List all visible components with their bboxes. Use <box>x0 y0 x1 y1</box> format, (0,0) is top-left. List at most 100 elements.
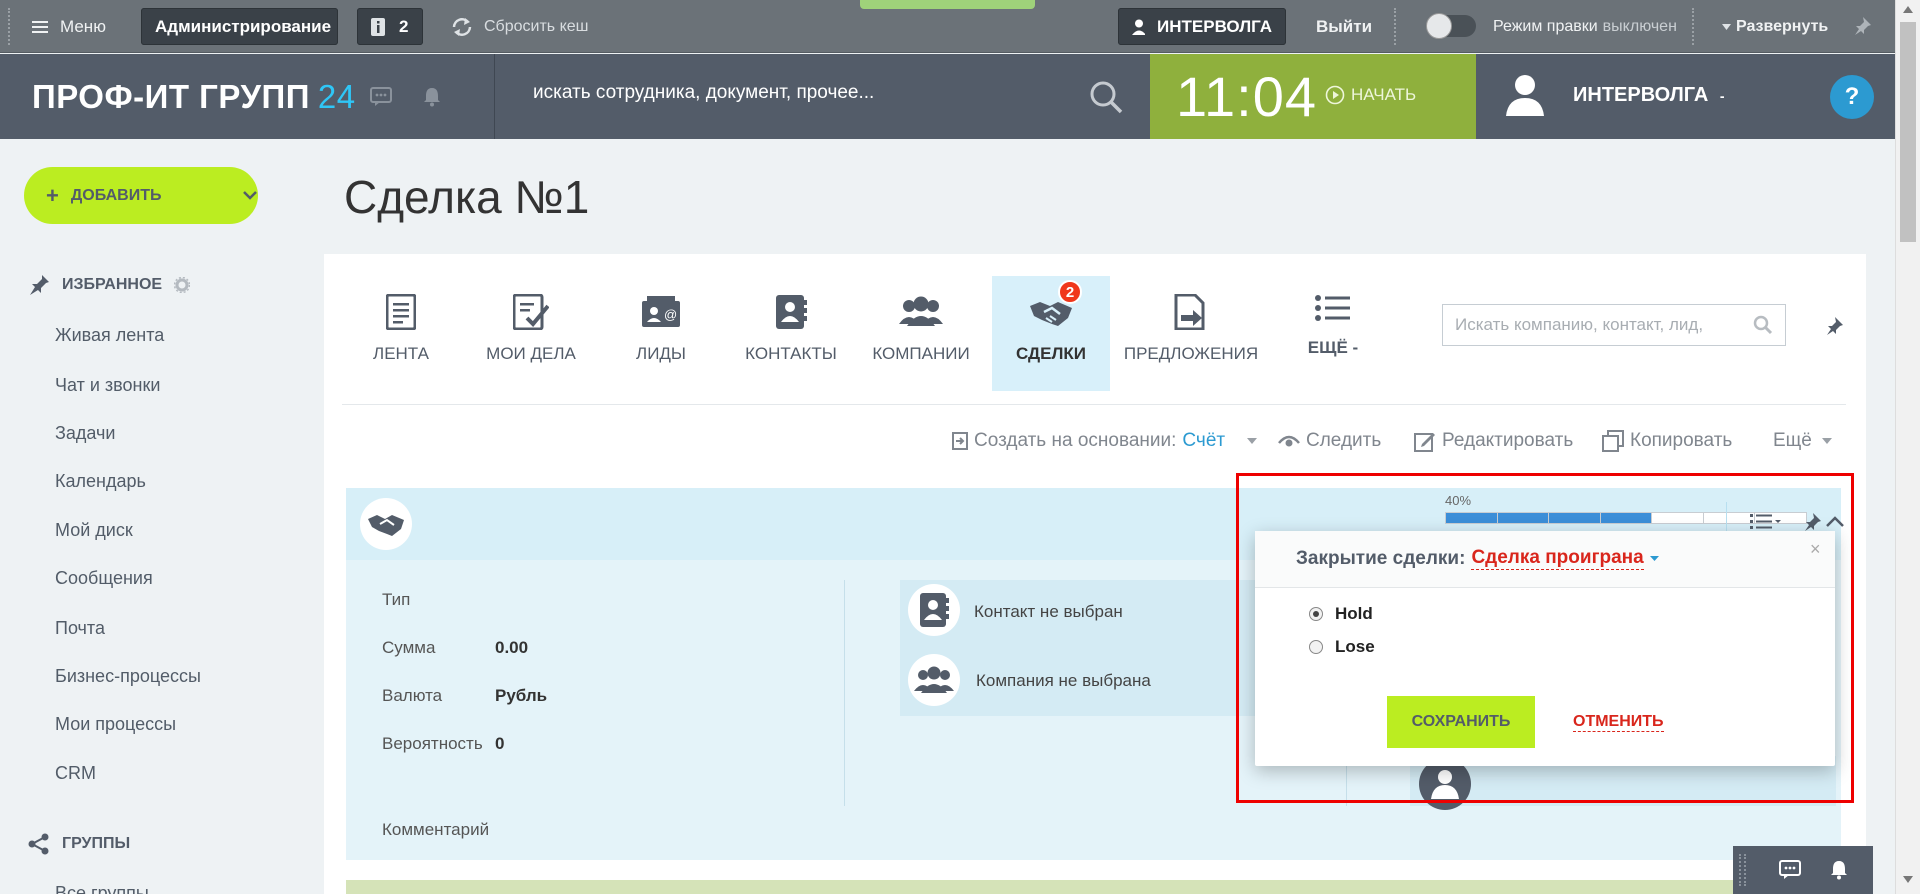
copy-icon <box>1602 430 1624 452</box>
sidebar-item-mail[interactable]: Почта <box>55 618 105 639</box>
logo-text: ПРОФ-ИТ ГРУПП <box>32 78 310 115</box>
bell-icon[interactable] <box>423 87 441 107</box>
user-name[interactable]: ИНТЕРВОЛГА ‑ <box>1573 84 1725 107</box>
tab-label: ЛИДЫ <box>636 344 686 363</box>
add-button[interactable]: + ДОБАВИТЬ <box>24 167 258 224</box>
start-workday-button[interactable]: НАЧАТЬ <box>1325 85 1416 105</box>
tab-quotes[interactable]: ПРЕДЛОЖЕНИЯ <box>1122 276 1260 391</box>
play-icon <box>1325 85 1345 105</box>
search-input[interactable]: искать сотрудника, документ, прочее... <box>533 82 874 104</box>
tab-label: ЕЩЁ ‑ <box>1307 338 1359 357</box>
logout-link[interactable]: Выйти <box>1316 0 1372 53</box>
sidebar-item-crm[interactable]: CRM <box>55 763 96 784</box>
help-button[interactable]: ? <box>1830 75 1874 119</box>
tab-label: ЛЕНТА <box>373 344 429 363</box>
pin-icon[interactable] <box>1824 316 1844 336</box>
help-label: ? <box>1844 83 1860 110</box>
tab-my-tasks[interactable]: МОИ ДЕЛА <box>472 276 590 391</box>
create-value[interactable]: Счёт <box>1182 430 1225 452</box>
favorites-title[interactable]: ИЗБРАННОЕ <box>28 274 191 296</box>
create-based-on-button[interactable]: Создать на основании: Счёт <box>952 430 1258 452</box>
tab-feed[interactable]: ЛЕНТА <box>342 276 460 391</box>
field-value-sum: 0.00 <box>495 638 529 657</box>
edit-mode-state: выключен <box>1602 17 1677 35</box>
sidebar-item-my-processes[interactable]: Мои процессы <box>55 714 176 735</box>
sidebar-item-tasks[interactable]: Задачи <box>55 423 115 444</box>
user-menu[interactable]: ИНТЕРВОЛГА ‑ ? <box>1476 54 1895 139</box>
gear-icon[interactable] <box>174 277 191 293</box>
scrollbar-thumb[interactable] <box>1900 22 1916 242</box>
edit-icon <box>1414 433 1435 452</box>
crm-search-input[interactable]: Искать компанию, контакт, лид, <box>1442 304 1786 346</box>
page-title: Сделка №1 <box>344 171 590 223</box>
user-button[interactable]: ИНТЕРВОЛГА <box>1118 8 1286 45</box>
scroll-up-icon[interactable] <box>1903 6 1913 13</box>
page-scrollbar[interactable] <box>1895 0 1920 894</box>
more-actions-button[interactable]: Ещё <box>1773 430 1832 452</box>
drag-handle[interactable] <box>1739 854 1746 886</box>
expand-label: Развернуть <box>1736 17 1829 35</box>
tab-companies[interactable]: КОМПАНИИ <box>862 276 980 391</box>
expand-button[interactable]: Развернуть <box>1722 0 1828 53</box>
edit-mode-label: Режим правки <box>1493 17 1598 35</box>
sidebar-item-chat[interactable]: Чат и звонки <box>55 375 160 396</box>
user-name-text: ИНТЕРВОЛГА <box>1573 84 1709 106</box>
edit-mode-toggle[interactable] <box>1426 13 1476 39</box>
pin-icon <box>30 275 49 295</box>
contact-empty-label[interactable]: Контакт не выбран <box>974 602 1123 622</box>
chat-icon[interactable] <box>1779 860 1801 880</box>
company-empty-label[interactable]: Компания не выбрана <box>976 671 1151 691</box>
tasks-icon <box>513 294 549 330</box>
follow-button[interactable]: Следить <box>1278 430 1381 452</box>
im-bar <box>1733 846 1873 894</box>
tab-contacts[interactable]: КОНТАКТЫ <box>732 276 850 391</box>
caret-down-icon <box>1821 438 1832 444</box>
badge-count: 2 <box>1065 283 1075 301</box>
tab-leads[interactable]: @ ЛИДЫ <box>602 276 720 391</box>
logo-suffix: 24 <box>317 78 356 115</box>
admin-button[interactable]: Администрирование <box>141 8 338 45</box>
sidebar-item-disk[interactable]: Мой диск <box>55 520 133 541</box>
scroll-down-icon[interactable] <box>1903 876 1913 883</box>
column-divider <box>844 580 845 806</box>
search-icon[interactable] <box>1089 80 1123 114</box>
drag-handle[interactable] <box>8 8 10 45</box>
sidebar-item-calendar[interactable]: Календарь <box>55 471 146 492</box>
contact-avatar <box>908 584 960 636</box>
edit-button[interactable]: Редактировать <box>1414 430 1573 452</box>
admin-panel-tab[interactable] <box>860 0 1035 9</box>
groups-title[interactable]: ГРУППЫ <box>28 833 130 855</box>
sidebar-item-all-groups[interactable]: Все группы <box>55 882 149 894</box>
field-label-sum: Сумма <box>382 638 436 657</box>
tab-deals[interactable]: СДЕЛКИ 2 <box>992 276 1110 391</box>
eye-icon <box>1278 435 1300 447</box>
sidebar-item-feed[interactable]: Живая лента <box>55 325 164 346</box>
reset-cache-button[interactable]: Сбросить кеш <box>450 0 588 53</box>
notifications-counter[interactable]: 2 <box>357 8 423 45</box>
sidebar-item-messages[interactable]: Сообщения <box>55 568 153 589</box>
plus-icon: + <box>46 182 59 208</box>
tab-more[interactable]: ЕЩЁ ‑ <box>1274 276 1392 391</box>
menu-button[interactable]: Меню <box>32 0 106 53</box>
sidebar-item-bizproc[interactable]: Бизнес-процессы <box>55 666 201 687</box>
portal-logo[interactable]: ПРОФ-ИТ ГРУПП 24 <box>32 78 356 116</box>
contacts-icon <box>920 593 949 627</box>
caret-down-icon <box>1722 23 1731 30</box>
add-label: ДОБАВИТЬ <box>70 186 162 204</box>
feed-icon <box>386 294 416 330</box>
copy-button[interactable]: Копировать <box>1602 430 1732 452</box>
field-label-currency: Валюта <box>382 686 443 705</box>
logout-label: Выйти <box>1316 16 1373 36</box>
svg-text:@: @ <box>664 307 677 322</box>
chat-icon[interactable] <box>370 87 392 107</box>
reset-cache-label: Сбросить кеш <box>484 17 589 35</box>
tabs-divider <box>342 404 1846 405</box>
bell-icon[interactable] <box>1830 860 1848 880</box>
global-search[interactable]: искать сотрудника, документ, прочее... <box>494 54 1150 139</box>
search-icon[interactable] <box>1753 315 1773 335</box>
quotes-icon <box>1174 294 1205 330</box>
separator <box>1692 8 1694 45</box>
info-icon <box>371 17 385 36</box>
pin-icon[interactable] <box>1852 16 1872 36</box>
work-time-widget[interactable]: 11:04 НАЧАТЬ <box>1150 54 1476 139</box>
